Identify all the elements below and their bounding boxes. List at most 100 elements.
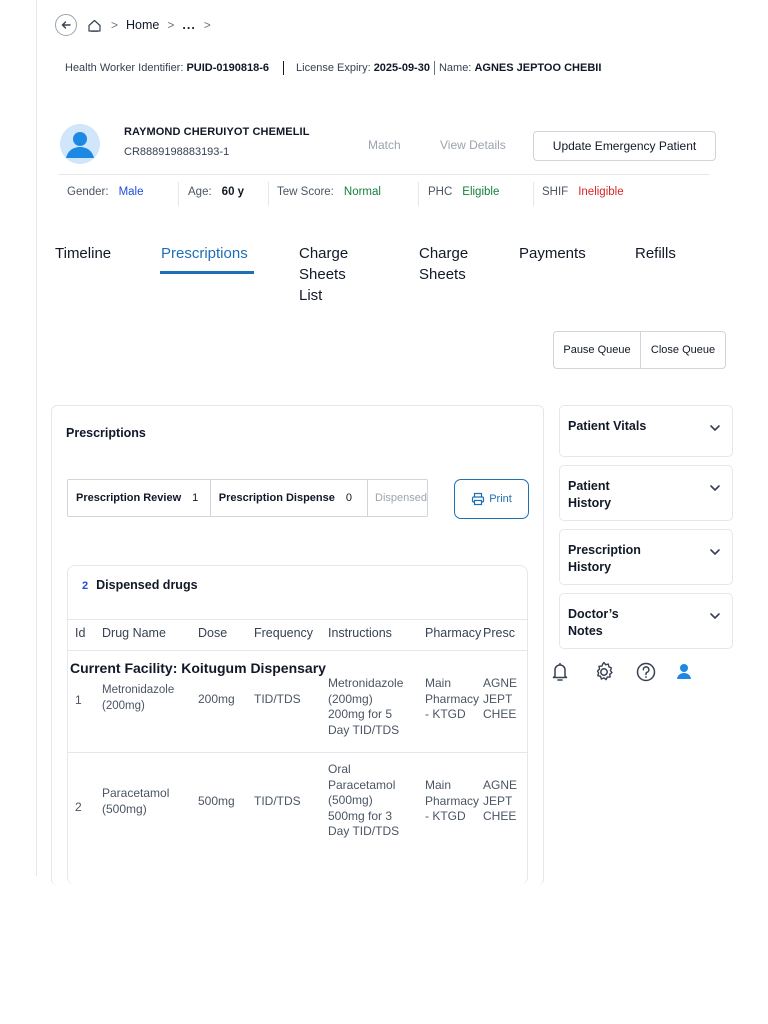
breadcrumb-home[interactable]: Home — [126, 18, 159, 32]
accordion-label: Patient History — [568, 478, 688, 512]
bell-icon[interactable] — [550, 659, 570, 685]
column-header-id: Id — [75, 626, 86, 640]
tab-charge-sheets[interactable]: Charge Sheets — [419, 243, 468, 285]
column-header-drug-name: Drug Name — [102, 626, 166, 640]
prescription-review-tab[interactable]: Prescription Review 1 — [68, 480, 211, 516]
column-header-dose: Dose — [198, 626, 228, 640]
patient-vitals-accordion[interactable]: Patient Vitals — [559, 405, 733, 457]
cell-line: Metronidazole — [328, 676, 404, 690]
tab-prescriptions[interactable]: Prescriptions — [161, 243, 248, 264]
breadcrumb-ellipsis[interactable]: ... — [182, 18, 195, 32]
cell-frequency: TID/TDS — [254, 794, 301, 808]
cell-line: AGNE — [483, 778, 518, 792]
breadcrumb-separator: > — [111, 18, 119, 32]
cell-instructions: Metronidazole (200mg) 200mg for 5 Day TID/T… — [328, 676, 403, 738]
cell-line: Day TID/TDS — [328, 722, 400, 737]
print-button[interactable]: Print — [454, 479, 529, 519]
gender-value: Male — [118, 186, 144, 198]
chevron-down-icon — [710, 425, 720, 431]
divider — [268, 182, 269, 206]
gear-icon[interactable] — [592, 659, 616, 685]
cell-line: Pharmacy — [425, 793, 480, 808]
accordion-label: Patient Vitals — [568, 418, 688, 435]
user-icon[interactable] — [676, 659, 692, 685]
printer-icon — [472, 492, 485, 506]
header-divider — [58, 174, 710, 175]
age-label: Age: — [188, 186, 212, 198]
worker-id-label: Health Worker Identifier: — [65, 62, 184, 74]
user-avatar-icon — [66, 132, 94, 158]
close-queue-button[interactable]: Close Queue — [641, 332, 725, 368]
accordion-label-line: Prescription — [568, 543, 641, 557]
cell-line: Paracetamol — [328, 777, 396, 792]
accordion-label-line: Doctor’s — [568, 607, 619, 621]
cell-line: Main — [425, 778, 452, 792]
tab-timeline[interactable]: Timeline — [55, 243, 111, 264]
home-icon[interactable] — [85, 16, 103, 34]
tab-charge-sheets-list[interactable]: Charge Sheets List — [299, 243, 348, 306]
phc-field: PHC Eligible — [428, 186, 499, 198]
prescription-history-accordion[interactable]: Prescription History — [559, 529, 733, 585]
cell-drug-name: Paracetamol (500mg) — [102, 786, 169, 817]
tab-label: Refills — [635, 245, 676, 262]
tab-refills[interactable]: Refills — [635, 243, 676, 264]
cell-dose: 500mg — [198, 794, 235, 808]
count-badge: 1 — [192, 492, 199, 504]
tew-score-field: Tew Score: Normal — [277, 186, 381, 198]
cell-id: 2 — [75, 800, 82, 814]
chevron-down-icon — [710, 549, 720, 555]
cell-line: - KTGD — [425, 809, 466, 823]
column-header-instructions: Instructions — [328, 626, 392, 640]
cell-line: 200mg for 5 — [328, 707, 393, 721]
tab-payments[interactable]: Payments — [519, 243, 586, 264]
cell-line: Metronidazole — [102, 684, 175, 696]
column-header-frequency: Frequency — [254, 626, 314, 640]
view-details-button[interactable]: View Details — [440, 138, 506, 152]
cell-line: (200mg) — [102, 699, 145, 712]
chevron-down-icon — [710, 485, 720, 491]
doctors-notes-accordion[interactable]: Doctor’s Notes — [559, 593, 733, 649]
current-facility-heading: Current Facility: Koitugum Dispensary — [70, 660, 326, 676]
patient-history-accordion[interactable]: Patient History — [559, 465, 733, 521]
license-expiry-label: License Expiry: — [296, 62, 371, 74]
column-header-prescriber: Presc — [483, 626, 515, 640]
cell-line: CHEE — [483, 809, 517, 823]
count-badge: 0 — [345, 492, 353, 504]
update-emergency-patient-button[interactable]: Update Emergency Patient — [533, 131, 716, 161]
pause-queue-button[interactable]: Pause Queue — [554, 332, 641, 368]
dispensed-table-body: 1 Metronidazole (200mg) 200mg TID/TDS Met… — [68, 650, 527, 885]
cell-dose: 200mg — [198, 692, 235, 706]
cell-prescriber: AGNE JEPT CHEE — [483, 676, 527, 723]
cell-line: Day TID/TDS — [328, 824, 400, 838]
match-button[interactable]: Match — [368, 138, 401, 152]
queue-controls: Pause Queue Close Queue — [553, 331, 726, 369]
dispensed-tab[interactable]: Dispensed — [368, 480, 427, 516]
page: > Home > ... > Health Worker Identifier:… — [0, 0, 768, 1024]
gender-field: Gender: Male — [67, 186, 144, 198]
prescription-dispense-tab[interactable]: Prescription Dispense 0 — [211, 480, 369, 516]
cell-prescriber: AGNE JEPT CHEE — [483, 778, 527, 825]
cell-line: (200mg) — [328, 691, 373, 706]
back-button[interactable] — [55, 14, 77, 36]
tab-label: List — [299, 287, 323, 304]
help-icon[interactable] — [635, 659, 657, 685]
accordion-label-line: Patient — [568, 479, 610, 493]
worker-id-value: PUID-0190818-6 — [186, 62, 270, 74]
shif-field: SHIF Ineligible — [542, 186, 624, 198]
age-field: Age: 60 y — [188, 186, 244, 198]
divider — [533, 182, 534, 206]
cell-instructions: Oral Paracetamol (500mg) 500mg for 3 Day TID… — [328, 762, 399, 840]
accordion-label-line: History — [568, 560, 612, 574]
divider — [433, 61, 435, 75]
cell-line: - KTGD — [425, 707, 466, 721]
cell-line: Pharmacy — [425, 691, 480, 706]
row-divider — [68, 752, 527, 753]
column-header-pharmacy: Pharmacy — [425, 626, 482, 640]
accordion-label: Doctor’s Notes — [568, 606, 688, 640]
patient-name: RAYMOND CHERUIYOT CHEMELIL — [124, 126, 310, 138]
tab-label: Sheets — [419, 266, 466, 283]
tew-score-label: Tew Score: — [277, 186, 334, 198]
divider — [283, 61, 285, 75]
cell-line: 500mg for 3 — [328, 808, 393, 823]
license-expiry-value: 2025-09-30 — [373, 62, 430, 74]
